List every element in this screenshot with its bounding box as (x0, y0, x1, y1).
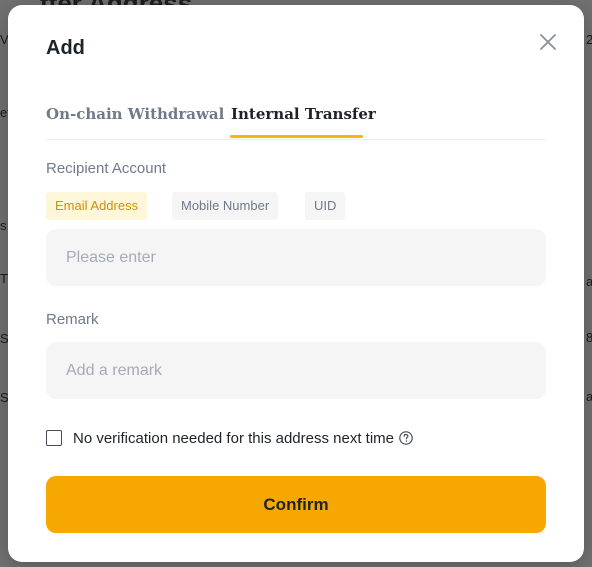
remark-label: Remark (46, 311, 99, 328)
recipient-input[interactable] (46, 229, 546, 286)
recipient-type-mobile-chip[interactable]: Mobile Number (172, 192, 279, 220)
background-text-fragment: a (586, 389, 592, 404)
close-button[interactable] (535, 29, 561, 55)
background-text-fragment: 8 (586, 330, 592, 345)
tab-on-chain-withdrawal[interactable]: On-chain Withdrawal (46, 105, 224, 123)
verification-option: No verification needed for this address … (46, 426, 414, 450)
modal-title: Add (46, 37, 85, 59)
background-text-fragment: 2 (586, 32, 592, 47)
active-tab-indicator (230, 135, 363, 138)
recipient-type-uid-chip[interactable]: UID (305, 192, 346, 220)
confirm-button[interactable]: Confirm (46, 476, 546, 533)
close-icon (535, 29, 561, 55)
address-type-tabs: On-chain Withdrawal Internal Transfer (46, 103, 546, 140)
tab-internal-transfer[interactable]: Internal Transfer (231, 105, 376, 123)
no-verification-checkbox[interactable] (46, 430, 62, 446)
recipient-type-email-chip[interactable]: Email Address (46, 192, 148, 220)
no-verification-label[interactable]: No verification needed for this address … (73, 430, 394, 447)
background-text-fragment: s (0, 218, 7, 233)
question-circle-icon[interactable] (398, 430, 414, 446)
background-text-fragment: a (586, 274, 592, 289)
add-address-modal: Add On-chain Withdrawal Internal Transfe… (8, 5, 584, 562)
remark-input[interactable] (46, 342, 546, 399)
recipient-account-label: Recipient Account (46, 160, 167, 177)
